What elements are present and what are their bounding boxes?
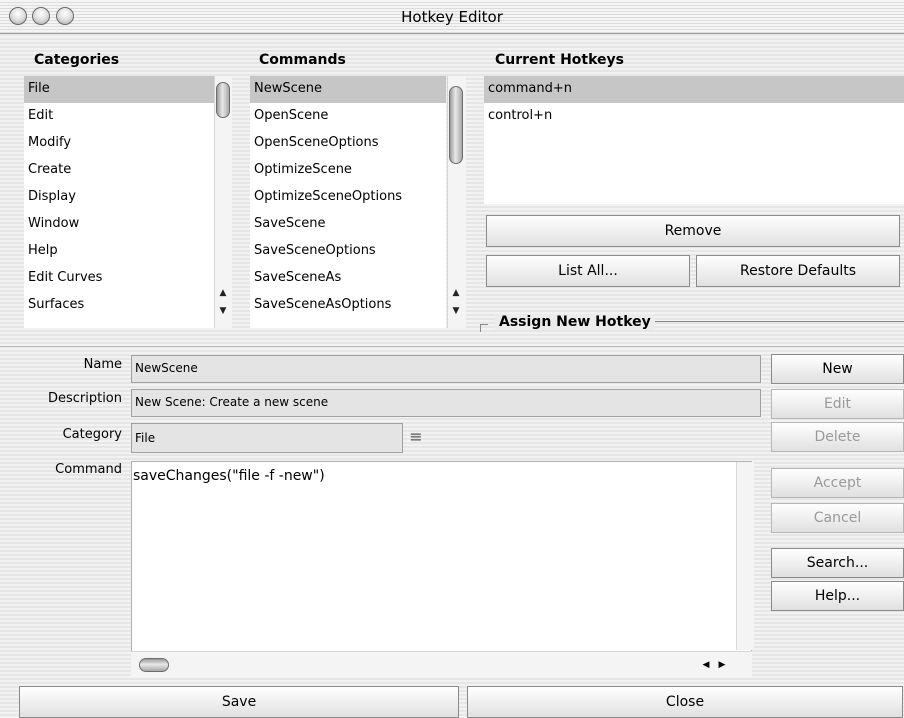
command-label: Command: [55, 462, 122, 477]
command-hscroll[interactable]: ◀ ▶: [131, 651, 752, 677]
commands-scroll-thumb[interactable]: [449, 86, 463, 164]
category-menu-icon[interactable]: ≡: [408, 428, 424, 448]
category-field[interactable]: File: [131, 423, 403, 453]
category-list-item[interactable]: Help: [24, 238, 214, 265]
hscroll-thumb[interactable]: [139, 658, 169, 672]
current-hotkeys-list[interactable]: command+n control+n: [484, 76, 904, 204]
command-list-item[interactable]: OptimizeSceneOptions: [250, 184, 446, 211]
category-label: Category: [62, 427, 122, 442]
current-hotkeys-header: Current Hotkeys: [495, 52, 624, 68]
command-text: saveChanges("file -f -new"): [133, 468, 325, 484]
commands-header: Commands: [259, 52, 346, 68]
scroll-up-arrow-icon[interactable]: ▲: [448, 286, 464, 300]
name-label: Name: [83, 357, 122, 372]
command-textarea[interactable]: saveChanges("file -f -new"): [131, 461, 752, 677]
hotkey-list-item[interactable]: control+n: [484, 103, 904, 130]
category-list-item[interactable]: File: [24, 76, 214, 103]
restore-defaults-button[interactable]: Restore Defaults: [696, 255, 900, 287]
close-button[interactable]: Close: [467, 686, 903, 718]
description-label: Description: [47, 391, 122, 406]
scroll-up-arrow-icon[interactable]: ▲: [215, 286, 231, 300]
scroll-right-arrow-icon[interactable]: ▶: [715, 657, 729, 673]
scroll-left-arrow-icon[interactable]: ◀: [699, 657, 713, 673]
command-list-item[interactable]: NewScene: [250, 76, 446, 103]
command-list-item[interactable]: OpenSceneOptions: [250, 130, 446, 157]
command-list-item[interactable]: SaveSceneOptions: [250, 238, 446, 265]
category-list-item[interactable]: Create: [24, 157, 214, 184]
divider: [0, 346, 904, 347]
category-list-item[interactable]: Edit: [24, 103, 214, 130]
description-field[interactable]: New Scene: Create a new scene: [131, 389, 761, 417]
category-list-item[interactable]: Display: [24, 184, 214, 211]
scroll-down-arrow-icon[interactable]: ▼: [448, 304, 464, 318]
assign-new-hotkey-title: Assign New Hotkey: [495, 314, 655, 330]
command-list-item[interactable]: OpenScene: [250, 103, 446, 130]
group-frame-corner: [480, 324, 488, 332]
hotkey-list-item[interactable]: command+n: [484, 76, 904, 103]
categories-header: Categories: [34, 52, 120, 68]
scroll-down-arrow-icon[interactable]: ▼: [215, 304, 231, 318]
group-frame-line: [652, 321, 904, 322]
commands-scrollbar[interactable]: ▲ ▼: [447, 76, 466, 328]
command-list-item[interactable]: SaveSceneAs: [250, 265, 446, 292]
search-button[interactable]: Search...: [771, 548, 904, 578]
cancel-button[interactable]: Cancel: [771, 503, 904, 533]
categories-list[interactable]: File Edit Modify Create Display Window Help Edi…: [24, 76, 214, 328]
category-list-item[interactable]: Modify: [24, 130, 214, 157]
category-list-item[interactable]: Window: [24, 211, 214, 238]
command-list-item[interactable]: SaveScene: [250, 211, 446, 238]
list-all-button[interactable]: List All...: [486, 255, 690, 287]
remove-button[interactable]: Remove: [486, 215, 900, 247]
title-bar: Hotkey Editor: [0, 0, 904, 34]
name-field[interactable]: NewScene: [131, 355, 761, 383]
accept-button[interactable]: Accept: [771, 468, 904, 498]
category-list-item[interactable]: Edit Curves: [24, 265, 214, 292]
save-button[interactable]: Save: [19, 686, 459, 718]
command-list-item[interactable]: SaveSceneAsOptions: [250, 292, 446, 319]
window-title: Hotkey Editor: [401, 8, 503, 26]
edit-button[interactable]: Edit: [771, 389, 904, 419]
command-list-item[interactable]: OptimizeScene: [250, 157, 446, 184]
delete-button[interactable]: Delete: [771, 422, 904, 452]
categories-scrollbar[interactable]: ▲ ▼: [214, 76, 232, 328]
command-vscroll[interactable]: [736, 462, 754, 650]
commands-list[interactable]: NewScene OpenScene OpenSceneOptions Optimiz…: [250, 76, 446, 328]
help-button[interactable]: Help...: [771, 581, 904, 611]
categories-scroll-thumb[interactable]: [216, 82, 230, 118]
new-button[interactable]: New: [771, 354, 904, 384]
category-list-item[interactable]: Surfaces: [24, 292, 214, 319]
